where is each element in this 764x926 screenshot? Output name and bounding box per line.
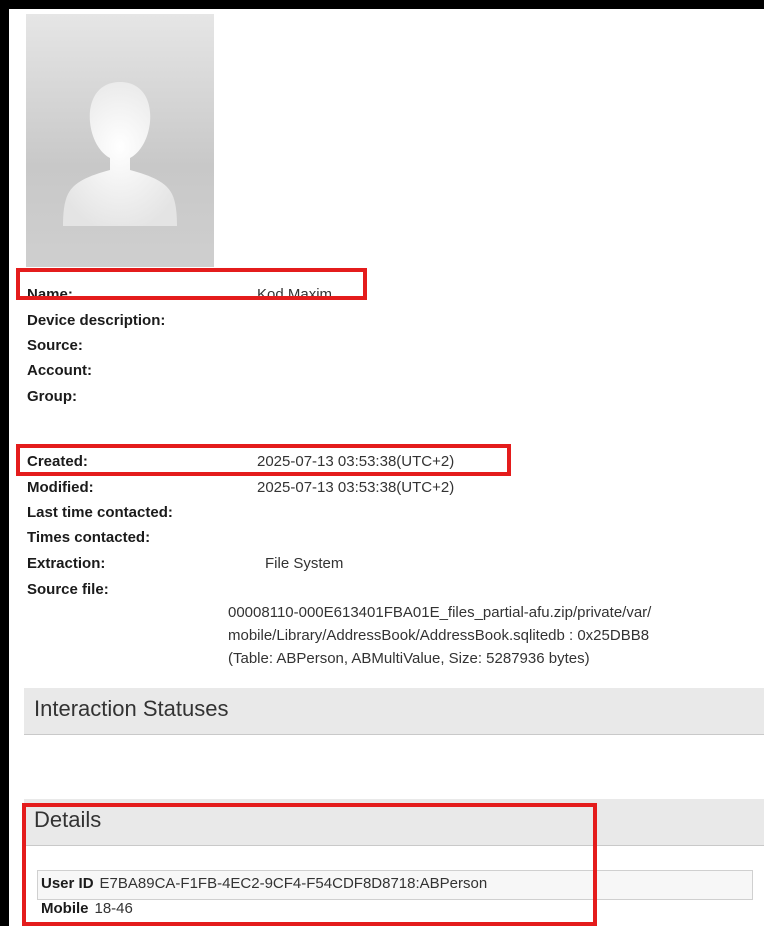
section-interaction-statuses[interactable]: Interaction Statuses: [24, 688, 764, 735]
field-label: Last time contacted:: [27, 504, 173, 521]
source-file-path: 00008110-000E613401FBA01E_files_partial-…: [228, 601, 651, 670]
source-file-line: (Table: ABPerson, ABMultiValue, Size: 52…: [228, 650, 590, 667]
contact-details-panel: Name: Kod Maxim Device description: Sour…: [9, 9, 764, 926]
field-label: Source file:: [27, 581, 109, 598]
field-label: Group:: [27, 388, 77, 405]
field-value: 2025-07-13 03:53:38(UTC+2): [257, 479, 455, 496]
field-label: Times contacted:: [27, 529, 151, 546]
field-value: File System: [265, 555, 344, 572]
field-label: Modified:: [27, 479, 94, 496]
highlight-box-name: [16, 268, 367, 300]
highlight-box-details: [22, 803, 597, 926]
source-file-line: mobile/Library/AddressBook/AddressBook.s…: [228, 627, 650, 644]
field-label: Source:: [27, 337, 83, 354]
contact-avatar: [26, 14, 214, 267]
source-file-line: 00008110-000E613401FBA01E_files_partial-…: [228, 604, 652, 621]
field-label: Account:: [27, 362, 92, 379]
section-title: Interaction Statuses: [34, 696, 229, 721]
person-silhouette-icon: [63, 82, 177, 226]
field-label: Extraction:: [27, 555, 106, 572]
highlight-box-created: [16, 444, 511, 476]
field-label: Device description:: [27, 312, 166, 329]
